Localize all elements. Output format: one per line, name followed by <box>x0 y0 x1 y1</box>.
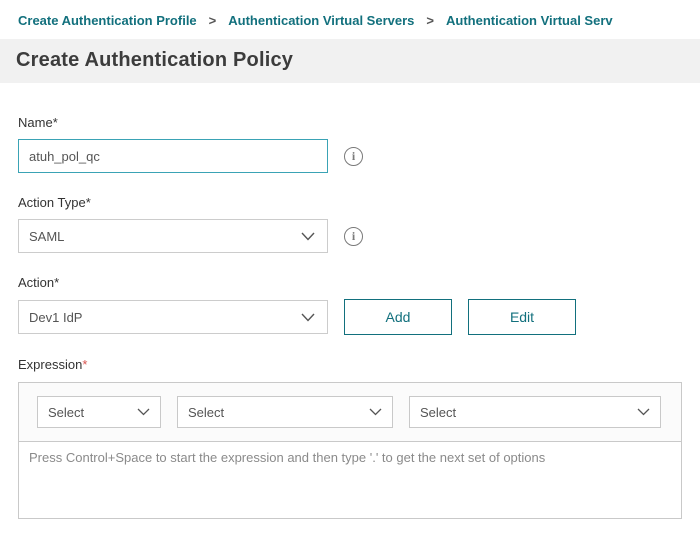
expression-field-group: Expression* Select Select Select <box>18 357 682 519</box>
page-title: Create Authentication Policy <box>16 49 684 72</box>
chevron-down-icon <box>301 232 315 241</box>
action-type-select[interactable]: SAML <box>18 219 328 253</box>
info-icon[interactable]: i <box>344 227 363 246</box>
breadcrumb-separator-icon: > <box>209 13 217 28</box>
edit-button[interactable]: Edit <box>468 299 576 335</box>
chevron-down-icon <box>637 408 650 416</box>
add-button[interactable]: Add <box>344 299 452 335</box>
action-type-field-group: Action Type* SAML i <box>18 195 682 253</box>
name-label: Name* <box>18 115 682 130</box>
expression-label: Expression* <box>18 357 682 372</box>
expression-editor-input[interactable] <box>19 442 681 518</box>
name-input[interactable] <box>18 139 328 173</box>
create-authentication-policy-form: Name* i Action Type* SAML i Action* Dev1… <box>0 115 700 519</box>
expression-editor-container <box>19 441 681 518</box>
breadcrumb-separator-icon: > <box>426 13 434 28</box>
expression-builder: Select Select Select <box>18 382 682 519</box>
expression-select-2[interactable]: Select <box>177 396 393 428</box>
expression-toolbar: Select Select Select <box>19 383 681 441</box>
expression-select-3[interactable]: Select <box>409 396 661 428</box>
breadcrumb-link-authentication-virtual-servers[interactable]: Authentication Virtual Servers <box>228 13 414 28</box>
chevron-down-icon <box>137 408 150 416</box>
required-asterisk: * <box>86 195 91 210</box>
expression-select-1[interactable]: Select <box>37 396 161 428</box>
required-asterisk: * <box>54 275 59 290</box>
action-select[interactable]: Dev1 IdP <box>18 300 328 334</box>
breadcrumb: Create Authentication Profile > Authenti… <box>0 0 700 28</box>
action-label: Action* <box>18 275 682 290</box>
action-field-group: Action* Dev1 IdP Add Edit <box>18 275 682 335</box>
page-header: Create Authentication Policy <box>0 39 700 83</box>
chevron-down-icon <box>369 408 382 416</box>
name-field-group: Name* i <box>18 115 682 173</box>
breadcrumb-link-authentication-virtual-server-current[interactable]: Authentication Virtual Serv <box>446 13 613 28</box>
required-asterisk: * <box>82 357 87 372</box>
action-type-label: Action Type* <box>18 195 682 210</box>
chevron-down-icon <box>301 313 315 322</box>
required-asterisk: * <box>53 115 58 130</box>
info-icon[interactable]: i <box>344 147 363 166</box>
breadcrumb-link-create-authentication-profile[interactable]: Create Authentication Profile <box>18 13 197 28</box>
